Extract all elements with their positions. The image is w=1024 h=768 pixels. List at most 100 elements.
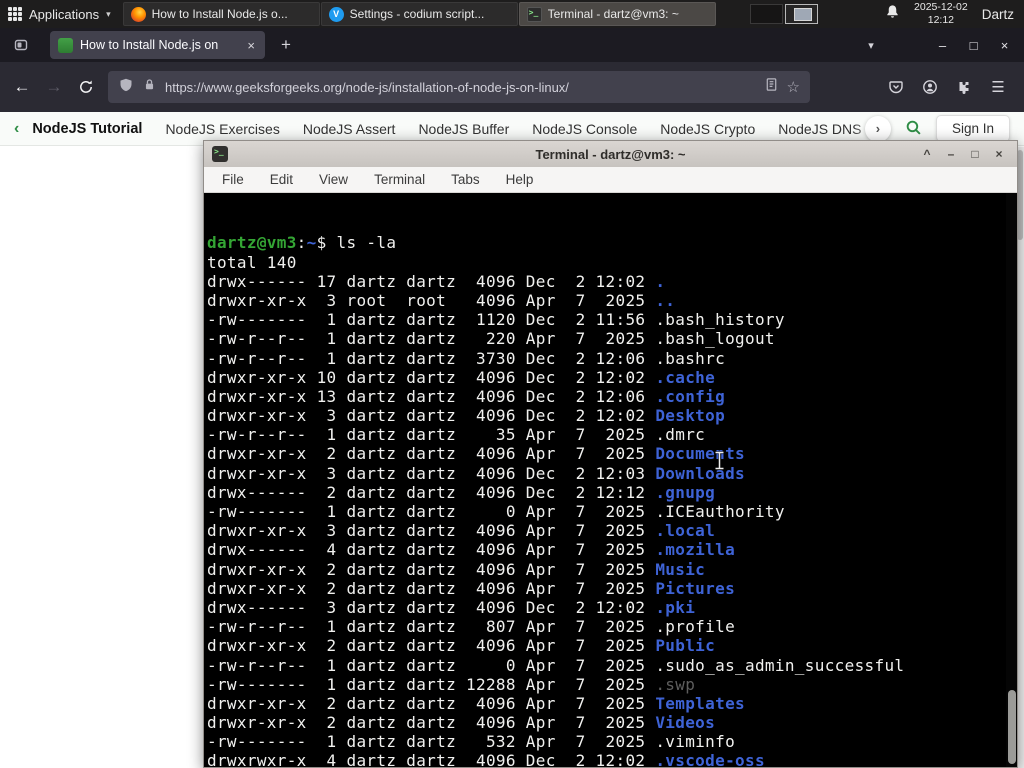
terminal-body[interactable]: dartz@vm3:~$ ls -la total 140 drwx------ 1…: [204, 193, 1017, 767]
maximize-button[interactable]: □: [963, 144, 987, 164]
notification-bell-icon[interactable]: [885, 4, 900, 24]
terminal-scrollbar[interactable]: [1006, 193, 1017, 767]
applications-grid-icon: [8, 7, 22, 21]
caret-down-icon: ▾: [106, 8, 111, 19]
tabbar-controls: ▾ – □ ×: [857, 30, 1020, 60]
terminal-line: -rw-r--r-- 1 dartz dartz 220 Apr 7 2025 …: [207, 329, 775, 349]
browser-tab[interactable]: How to Install Node.js on ×: [50, 31, 265, 59]
terminal-line: -rw------- 1 dartz dartz 532 Apr 7 2025 …: [207, 732, 736, 752]
applications-menu-button[interactable]: Applications ▾: [0, 0, 123, 28]
account-icon[interactable]: [914, 71, 946, 103]
workspace-1[interactable]: [749, 4, 783, 24]
close-button[interactable]: ×: [987, 144, 1011, 164]
terminal-line: drwx------ 4 dartz dartz 4096 Apr 7 2025…: [207, 540, 736, 560]
terminal-line: drwx------ 3 dartz dartz 4096 Dec 2 12:0…: [207, 597, 696, 617]
extensions-icon[interactable]: [948, 71, 980, 103]
desktop: Applications ▾ How to Install Node.js o.…: [0, 0, 1024, 768]
chevron-right-icon[interactable]: ›: [864, 115, 891, 142]
terminal-line: drwx------ 2 dartz dartz 4096 Dec 2 12:1…: [207, 482, 716, 502]
search-icon[interactable]: [905, 119, 922, 139]
taskbar-item-label: Terminal - dartz@vm3: ~: [547, 7, 679, 21]
gfg-nav-item-tutorial[interactable]: NodeJS Tutorial: [32, 121, 142, 137]
terminal-total-line: total 140: [207, 252, 297, 272]
firefox-view-icon[interactable]: [8, 32, 34, 58]
tab-title: How to Install Node.js on: [80, 38, 219, 52]
user-label: Dartz: [981, 6, 1014, 22]
minimize-button[interactable]: –: [939, 144, 963, 164]
browser-navbar: ← → https://www.geeksforgeeks.org/node-j…: [0, 62, 1024, 112]
sign-in-button[interactable]: Sign In: [935, 115, 1010, 142]
terminal-line: drwxr-xr-x 2 dartz dartz 4096 Apr 7 2025…: [207, 713, 716, 733]
terminal-line: -rw-r--r-- 1 dartz dartz 35 Apr 7 2025 .…: [207, 425, 706, 445]
back-button[interactable]: ←: [6, 71, 38, 103]
pocket-icon[interactable]: [880, 71, 912, 103]
taskbar-item-terminal[interactable]: Terminal - dartz@vm3: ~: [518, 2, 716, 26]
workspace-2-current[interactable]: [784, 4, 818, 24]
lock-icon[interactable]: [142, 77, 157, 97]
terminal-window-controls: ^ – □ ×: [915, 144, 1011, 164]
gfg-nav-item[interactable]: NodeJS Crypto: [660, 121, 755, 137]
menu-tabs[interactable]: Tabs: [451, 172, 480, 187]
terminal-line: drwxr-xr-x 3 dartz dartz 4096 Apr 7 2025…: [207, 521, 716, 541]
terminal-line: drwxr-xr-x 2 dartz dartz 4096 Apr 7 2025…: [207, 693, 745, 713]
panel-clock[interactable]: 2025-12-02 12:12: [914, 1, 968, 27]
terminal-line: drwxr-xr-x 3 dartz dartz 4096 Dec 2 12:0…: [207, 406, 726, 426]
terminal-title: Terminal - dartz@vm3: ~: [535, 146, 686, 162]
terminal-icon: [526, 6, 542, 22]
terminal-line: drwxr-xr-x 2 dartz dartz 4096 Apr 7 2025…: [207, 444, 745, 464]
reload-button[interactable]: [70, 71, 102, 103]
browser-tab-bar: How to Install Node.js on × + ▾ – □ ×: [0, 28, 1024, 62]
terminal-line: -rw-r--r-- 1 dartz dartz 3730 Dec 2 12:0…: [207, 348, 726, 368]
chevron-left-icon[interactable]: ‹: [14, 120, 19, 138]
terminal-window-icon: [212, 146, 228, 162]
gfg-nav-item[interactable]: NodeJS Assert: [303, 121, 396, 137]
url-text[interactable]: https://www.geeksforgeeks.org/node-js/in…: [165, 80, 756, 95]
terminal-line: drwx------ 17 dartz dartz 4096 Dec 2 12:…: [207, 271, 666, 291]
taskbar-item-label: How to Install Node.js o...: [151, 7, 288, 21]
terminal-titlebar[interactable]: Terminal - dartz@vm3: ~ ^ – □ ×: [204, 141, 1017, 167]
terminal-output: dartz@vm3:~$ ls -la total 140 drwx------ 1…: [207, 233, 1017, 767]
bookmark-star-icon[interactable]: ☆: [787, 78, 800, 96]
maximize-button[interactable]: □: [958, 30, 989, 60]
forward-button[interactable]: →: [38, 71, 70, 103]
taskbar: How to Install Node.js o... Settings - c…: [122, 0, 716, 28]
minimize-button[interactable]: –: [927, 30, 958, 60]
gfg-nav-item[interactable]: NodeJS DNS: [778, 121, 861, 137]
clock-date: 2025-12-02: [914, 0, 968, 13]
terminal-line: drwxr-xr-x 3 dartz dartz 4096 Dec 2 12:0…: [207, 463, 745, 483]
terminal-line: drwxr-xr-x 10 dartz dartz 4096 Dec 2 12:…: [207, 367, 716, 387]
tab-close-icon[interactable]: ×: [245, 38, 257, 53]
terminal-line: drwxr-xr-x 2 dartz dartz 4096 Apr 7 2025…: [207, 636, 716, 656]
terminal-line: -rw-r--r-- 1 dartz dartz 807 Apr 7 2025 …: [207, 617, 736, 637]
tracking-shield-icon[interactable]: [118, 77, 134, 98]
mouse-text-cursor: [634, 432, 725, 494]
taskbar-item-codium[interactable]: Settings - codium script...: [320, 2, 518, 26]
menu-help[interactable]: Help: [506, 172, 534, 187]
terminal-prompt-line: dartz@vm3:~$ ls -la: [207, 233, 397, 253]
tab-favicon: [58, 37, 73, 53]
terminal-line: drwxr-xr-x 2 dartz dartz 4096 Apr 7 2025…: [207, 578, 736, 598]
terminal-line: -rw-r--r-- 1 dartz dartz 0 Apr 7 2025 .s…: [207, 655, 905, 675]
firefox-icon: [130, 6, 146, 22]
gfg-nav-item[interactable]: NodeJS Exercises: [165, 121, 279, 137]
menu-view[interactable]: View: [319, 172, 348, 187]
top-panel: Applications ▾ How to Install Node.js o.…: [0, 0, 1024, 28]
menu-edit[interactable]: Edit: [270, 172, 293, 187]
codium-icon: [328, 6, 344, 22]
terminal-line: drwxrwxr-x 4 dartz dartz 4096 Dec 2 12:0…: [207, 751, 765, 767]
close-button[interactable]: ×: [989, 30, 1020, 60]
taskbar-item-firefox[interactable]: How to Install Node.js o...: [122, 2, 320, 26]
menu-terminal[interactable]: Terminal: [374, 172, 425, 187]
menu-hamburger-icon[interactable]: ☰: [982, 71, 1014, 103]
shade-button[interactable]: ^: [915, 144, 939, 164]
new-tab-button[interactable]: +: [273, 32, 299, 58]
menu-file[interactable]: File: [222, 172, 244, 187]
gfg-nav-item[interactable]: NodeJS Console: [532, 121, 637, 137]
terminal-scrollbar-thumb[interactable]: [1008, 690, 1016, 764]
url-bar[interactable]: https://www.geeksforgeeks.org/node-js/in…: [108, 71, 810, 103]
clock-time: 12:12: [927, 14, 955, 26]
reader-mode-icon[interactable]: [764, 77, 779, 97]
applications-label: Applications: [29, 6, 100, 22]
list-all-tabs-icon[interactable]: ▾: [857, 31, 885, 59]
gfg-nav-item[interactable]: NodeJS Buffer: [418, 121, 509, 137]
